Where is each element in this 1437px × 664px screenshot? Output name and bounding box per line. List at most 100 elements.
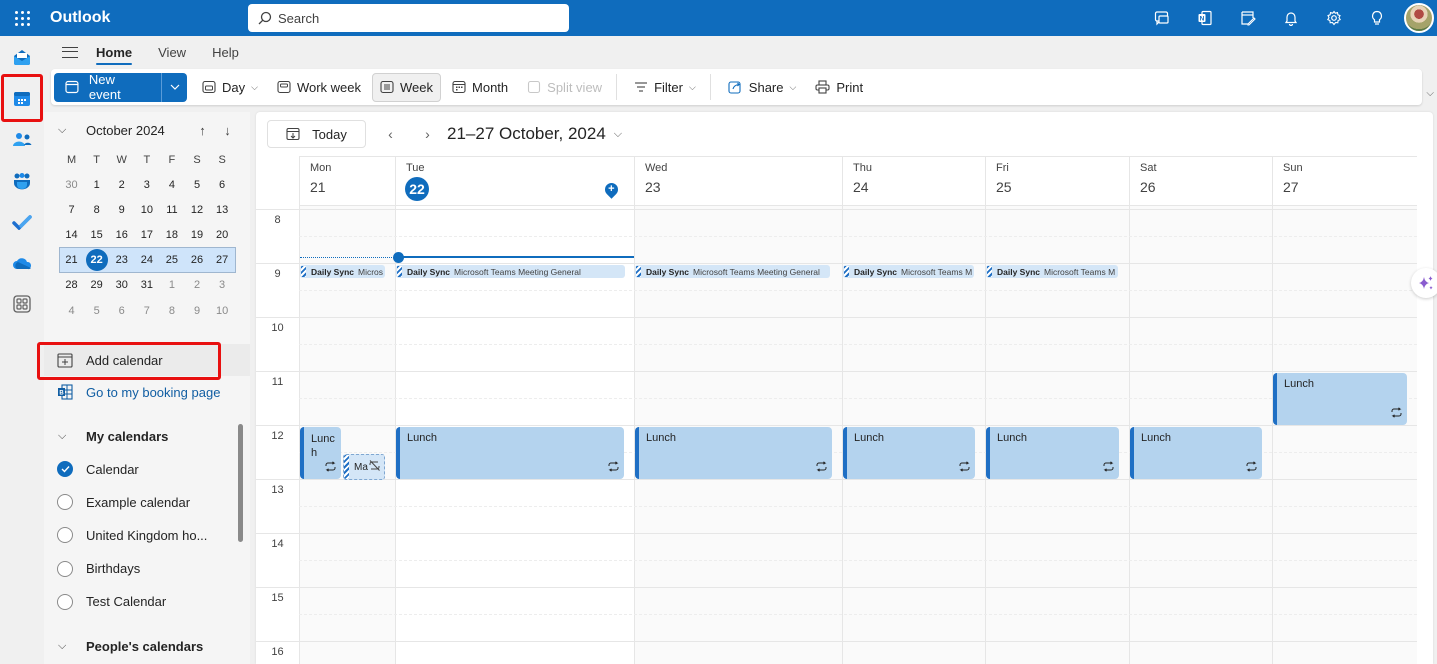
mini-calendar-day[interactable]: 31	[134, 273, 159, 298]
mini-calendar-day[interactable]: 7	[134, 298, 159, 323]
month-view-button[interactable]: Month	[444, 73, 516, 102]
chevron-down-icon[interactable]: ⌵	[614, 128, 622, 141]
tips-button[interactable]	[1355, 0, 1398, 36]
mini-calendar-day[interactable]: 25	[159, 248, 184, 273]
event-daily-sync[interactable]: Daily Sync Microsoft Teams M	[986, 265, 1118, 278]
mini-calendar-day[interactable]: 20	[210, 222, 235, 247]
next-week-button[interactable]: ›	[409, 126, 446, 142]
new-event-button[interactable]: New event	[54, 72, 162, 102]
mini-calendar-day[interactable]: 6	[210, 172, 235, 197]
copilot-button[interactable]	[1411, 268, 1437, 298]
mini-calendar-day[interactable]: 9	[184, 298, 209, 323]
mini-calendar-day[interactable]: 19	[184, 222, 209, 247]
mini-calendar-day[interactable]: 22	[84, 248, 109, 273]
next-month-arrow[interactable]: ↓	[215, 123, 240, 138]
mini-calendar-day[interactable]: 16	[109, 222, 134, 247]
calendar-list-item[interactable]: United Kingdom ho...	[57, 527, 207, 544]
day-header[interactable]: Sat 26	[1129, 156, 1272, 206]
mini-calendar-day[interactable]: 8	[84, 197, 109, 222]
filter-button[interactable]: Filter ⌵	[626, 73, 704, 102]
mini-calendar-day[interactable]: 15	[84, 222, 109, 247]
mini-calendar-day[interactable]: 2	[109, 172, 134, 197]
mini-calendar-day[interactable]: 3	[210, 273, 235, 298]
todo-button[interactable]	[1226, 0, 1269, 36]
mini-calendar-day[interactable]: 14	[59, 222, 84, 247]
previous-week-button[interactable]: ‹	[372, 126, 409, 142]
calendar-list-item[interactable]: Example calendar	[57, 494, 190, 511]
mini-calendar-day[interactable]: 12	[184, 197, 209, 222]
side-panel-scrollbar[interactable]	[238, 424, 243, 542]
mini-calendar-day[interactable]: 10	[134, 197, 159, 222]
rail-people[interactable]	[0, 119, 44, 160]
day-header[interactable]: Mon 21	[299, 156, 395, 206]
mini-calendar-day[interactable]: 23	[109, 248, 134, 273]
mini-calendar-day[interactable]: 24	[134, 248, 159, 273]
event-tentative[interactable]: Ma	[343, 454, 385, 480]
booking-page-link[interactable]: B Go to my booking page	[44, 376, 250, 408]
calendar-list-item[interactable]: Test Calendar	[57, 593, 166, 610]
nav-toggle-button[interactable]	[44, 46, 96, 58]
day-header[interactable]: Thu 24	[842, 156, 985, 206]
event-daily-sync[interactable]: Daily Sync Microsoft Teams Meeting Genera…	[396, 265, 625, 278]
day-column[interactable]	[1272, 206, 1417, 664]
tab-home[interactable]: Home	[96, 39, 133, 66]
mini-calendar-day[interactable]: 18	[159, 222, 184, 247]
share-button[interactable]: Share ⌵	[720, 73, 805, 102]
add-calendar-link[interactable]: Add calendar	[44, 344, 250, 376]
checked-circle-icon[interactable]	[57, 461, 73, 477]
new-event-dropdown[interactable]	[162, 73, 187, 102]
today-button[interactable]: Today	[267, 120, 366, 148]
event-lunch[interactable]: Lunch	[986, 427, 1119, 479]
rail-todo[interactable]	[0, 201, 44, 242]
mini-calendar-day[interactable]: 30	[59, 172, 84, 197]
event-lunch[interactable]: Lunc h	[300, 427, 341, 479]
unchecked-circle-icon[interactable]	[57, 494, 73, 511]
day-header[interactable]: Tue 22 +	[395, 156, 634, 206]
teams-chat-button[interactable]	[1140, 0, 1183, 36]
print-button[interactable]: Print	[807, 73, 871, 102]
mini-calendar-day[interactable]: 4	[159, 172, 184, 197]
event-lunch[interactable]: Lunch	[396, 427, 624, 479]
mini-calendar-day[interactable]: 8	[159, 298, 184, 323]
mini-calendar-day[interactable]: 26	[184, 248, 209, 273]
settings-button[interactable]	[1312, 0, 1355, 36]
peoples-calendars-header[interactable]: ⌵ People's calendars	[58, 639, 203, 654]
week-view-button[interactable]: Week	[372, 72, 442, 102]
mini-calendar-day[interactable]: 10	[210, 298, 235, 323]
mini-calendar-day[interactable]: 30	[109, 273, 134, 298]
mini-calendar-day[interactable]: 7	[59, 197, 84, 222]
event-lunch[interactable]: Lunch	[1273, 373, 1407, 425]
tab-view[interactable]: View	[158, 39, 186, 66]
mini-calendar-day[interactable]: 11	[159, 197, 184, 222]
my-calendars-header[interactable]: ⌵ My calendars	[58, 429, 168, 444]
rail-more-apps[interactable]	[0, 283, 44, 324]
onenote-button[interactable]: N	[1183, 0, 1226, 36]
event-daily-sync[interactable]: Daily Sync Microsoft Teams Meeting Genera…	[635, 265, 830, 278]
event-lunch[interactable]: Lunch	[843, 427, 975, 479]
tab-help[interactable]: Help	[212, 39, 239, 66]
add-event-pin-icon[interactable]: +	[602, 180, 621, 199]
mini-calendar-day[interactable]: 3	[134, 172, 159, 197]
app-launcher-button[interactable]	[0, 0, 44, 36]
mini-calendar-day[interactable]: 1	[84, 172, 109, 197]
work-week-view-button[interactable]: Work week	[269, 73, 369, 102]
ribbon-expand-chevron[interactable]: ⌵	[1426, 88, 1434, 99]
event-daily-sync[interactable]: Daily Sync Microsoft Teams M	[843, 265, 974, 278]
mini-calendar-day[interactable]: 17	[134, 222, 159, 247]
split-view-button[interactable]: Split view	[519, 73, 610, 102]
calendar-list-item[interactable]: Calendar	[57, 461, 139, 477]
event-daily-sync[interactable]: Daily Sync Micros	[300, 265, 385, 278]
notifications-button[interactable]	[1269, 0, 1312, 36]
day-header[interactable]: Sun 27	[1272, 156, 1417, 206]
previous-month-arrow[interactable]: ↑	[190, 123, 215, 138]
rail-onedrive[interactable]	[0, 242, 44, 283]
day-view-button[interactable]: Day ⌵	[194, 73, 266, 102]
mini-calendar-day[interactable]: 5	[84, 298, 109, 323]
rail-calendar[interactable]	[0, 78, 44, 119]
mini-calendar-day[interactable]: 6	[109, 298, 134, 323]
user-avatar[interactable]	[1404, 3, 1434, 33]
search-input[interactable]: Search	[248, 4, 569, 32]
event-lunch[interactable]: Lunch	[1130, 427, 1262, 479]
mini-calendar-day[interactable]: 9	[109, 197, 134, 222]
mini-calendar-day[interactable]: 29	[84, 273, 109, 298]
